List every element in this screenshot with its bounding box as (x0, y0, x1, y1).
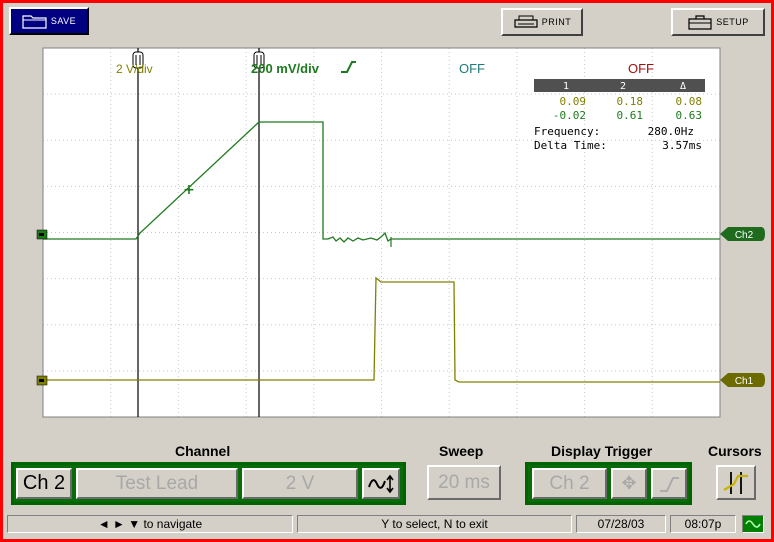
channel-controls: Ch 2 Test Lead 2 V (11, 462, 406, 505)
trigger-title: Display Trigger (551, 443, 653, 459)
cursors-icon (723, 471, 748, 494)
readout-r1-c2: 0.18 (617, 95, 644, 108)
cursors-title: Cursors (708, 443, 762, 459)
frequency-label: Frequency: (534, 125, 600, 138)
ac-coupling-icon (368, 474, 394, 493)
rising-slope-icon (660, 476, 679, 492)
toolbox-icon (688, 15, 712, 30)
readout-r2-c1: -0.02 (553, 109, 586, 122)
scope-display: 2 V/div 200 mV/div OFF OFF 1 2 Δ 0.09 0.… (36, 47, 765, 418)
cursor-2-status: OFF (628, 61, 654, 76)
readout-r1-c1: 0.09 (560, 95, 587, 108)
ch1-level-tag[interactable]: Ch1 (720, 373, 765, 387)
print-label: PRINT (541, 17, 572, 27)
channel-title: Channel (175, 443, 231, 459)
sweep-title: Sweep (439, 443, 484, 459)
status-bar: ◄ ► ▼ to navigate Y to select, N to exit… (5, 513, 769, 535)
delta-time-value: 3.57ms (662, 139, 702, 152)
ch1-scale-label: 2 V/div (116, 62, 153, 76)
cursors-button[interactable] (716, 465, 756, 500)
ch2-level-tag[interactable]: Ch2 (720, 227, 765, 241)
folder-icon (22, 15, 47, 29)
readout-r2-c3: 0.63 (676, 109, 703, 122)
save-button[interactable]: SAVE (9, 7, 89, 35)
trigger-position-button[interactable]: ✥ (611, 468, 647, 499)
move-icon: ✥ (621, 473, 637, 493)
app-window: SAVE PRINT SETUP 2 V/div 200 mV/div OFF … (3, 3, 771, 539)
ch1-tag-label: Ch1 (735, 376, 754, 387)
readout-header-2: 2 (620, 81, 626, 92)
save-label: SAVE (50, 16, 77, 26)
channel-select-button[interactable]: Ch 2 (16, 468, 72, 499)
time-display: 08:07p (670, 515, 736, 533)
trigger-controls: Ch 2 ✥ (525, 462, 692, 505)
readout-r1-c3: 0.08 (676, 95, 703, 108)
probe-select-button[interactable]: Test Lead (76, 468, 238, 499)
power-indicator (742, 515, 764, 533)
ch2-scale-label: 200 mV/div (251, 61, 320, 76)
readout-r2-c2: 0.61 (617, 109, 644, 122)
trigger-channel-button[interactable]: Ch 2 (532, 468, 607, 499)
ac-power-icon (745, 520, 761, 528)
ch2-ground-marker[interactable] (36, 229, 48, 240)
setup-button[interactable]: SETUP (671, 8, 765, 36)
delta-time-label: Delta Time: (534, 139, 607, 152)
date-display: 07/28/03 (576, 515, 666, 533)
ch2-tag-label: Ch2 (735, 230, 754, 241)
navigate-hint: ◄ ► ▼ to navigate (7, 515, 293, 533)
cursor-1-status: OFF (459, 61, 485, 76)
coupling-button[interactable] (362, 468, 400, 499)
frequency-value: 280.0Hz (648, 125, 694, 138)
sweep-button[interactable]: 20 ms (427, 465, 501, 500)
print-button[interactable]: PRINT (501, 8, 583, 36)
printer-icon (514, 15, 538, 28)
readout-header-delta: Δ (680, 81, 686, 92)
trigger-slope-button[interactable] (651, 468, 687, 499)
trigger-crosshair-icon: + (183, 182, 195, 198)
ch1-ground-marker[interactable] (36, 375, 48, 386)
readout-header-1: 1 (563, 81, 569, 92)
select-hint: Y to select, N to exit (297, 515, 572, 533)
volts-per-div-button[interactable]: 2 V (242, 468, 358, 499)
setup-label: SETUP (716, 17, 749, 27)
